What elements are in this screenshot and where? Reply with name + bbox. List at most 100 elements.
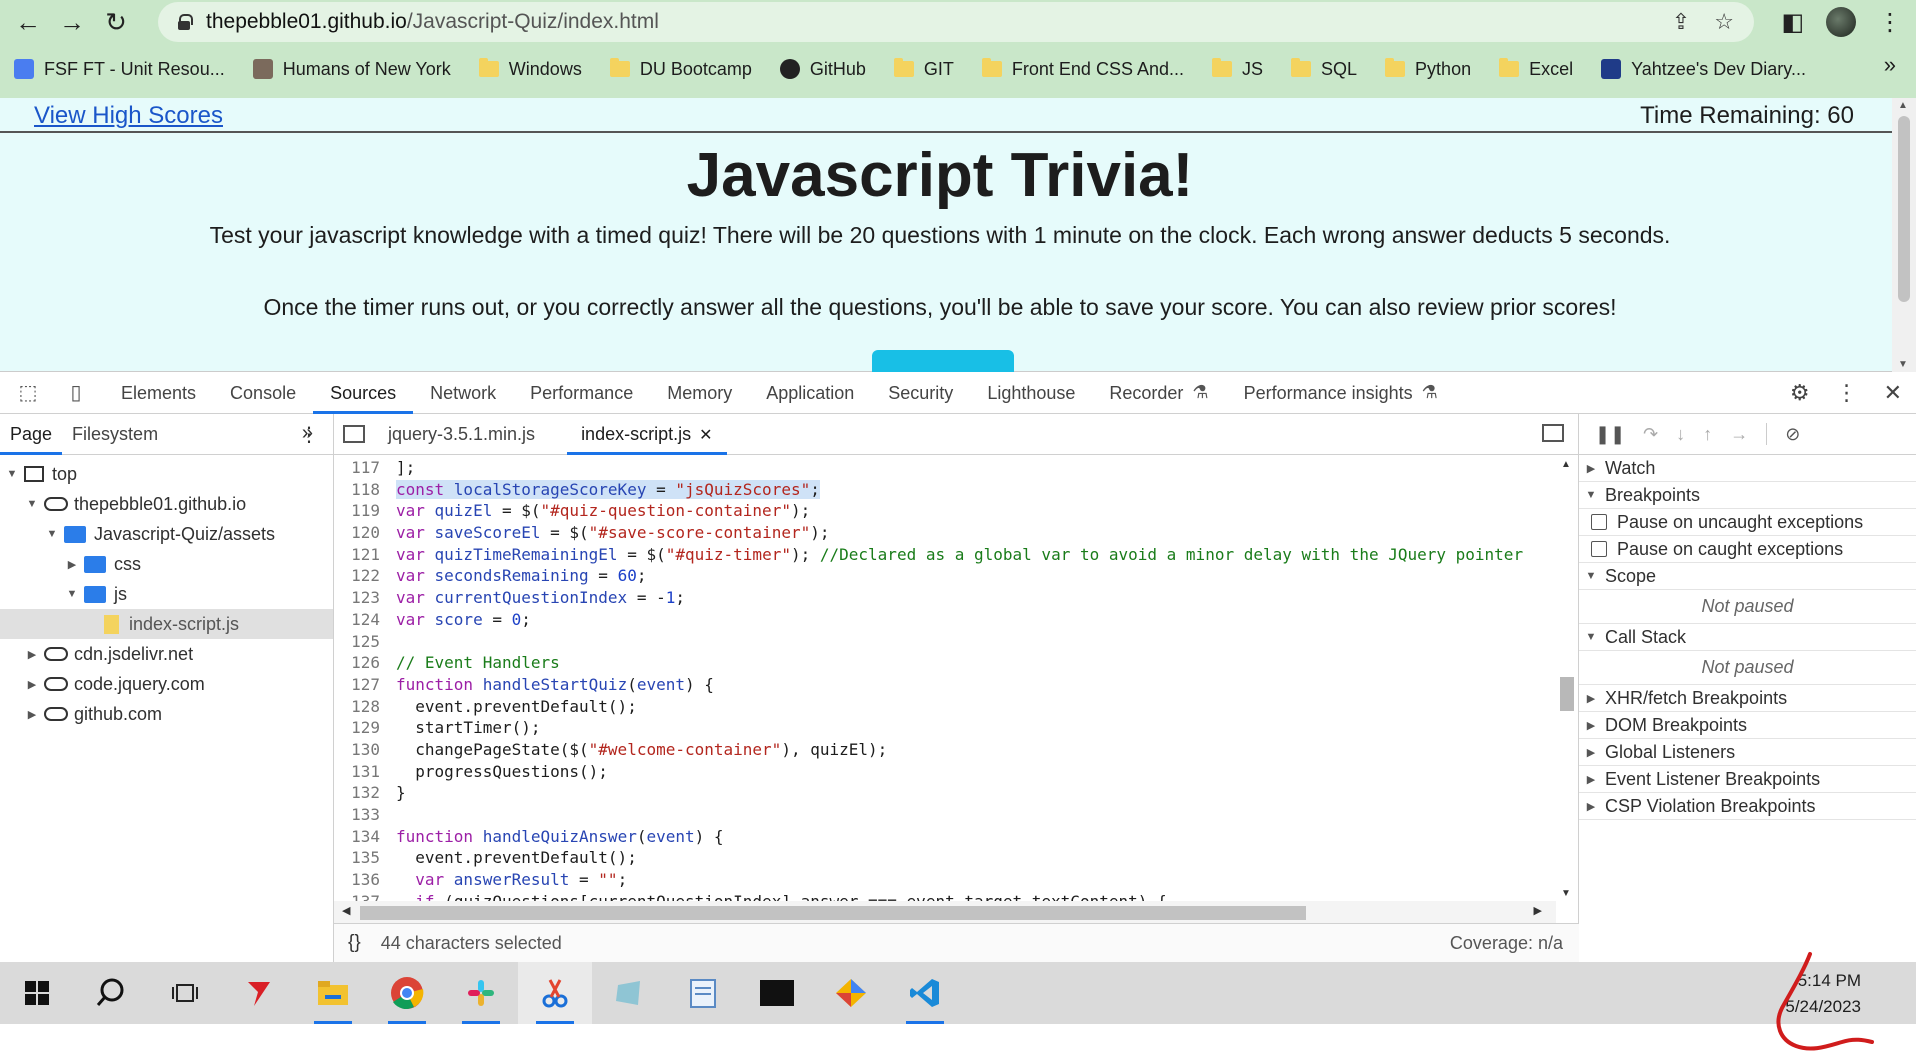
bookmark-item[interactable]: JS xyxy=(1198,58,1277,80)
pause-icon[interactable]: ❚❚ xyxy=(1595,424,1625,445)
code-line[interactable]: 136 var answerResult = ""; xyxy=(334,869,1556,891)
navigator-menu-icon[interactable]: ⋮ xyxy=(299,422,319,447)
share-icon[interactable]: ⇪ xyxy=(1672,9,1690,35)
code-line[interactable]: 119 var quizEl = $("#quiz-question-contai… xyxy=(334,500,1556,522)
line-number[interactable]: 124 xyxy=(334,609,390,631)
code-line[interactable]: 127 function handleStartQuiz(event) { xyxy=(334,674,1556,696)
snipping-tool-icon[interactable] xyxy=(518,962,592,1024)
line-number[interactable]: 120 xyxy=(334,522,390,544)
csp-breakpoints-header[interactable]: ▶ CSP Violation Breakpoints xyxy=(1579,793,1916,820)
bookmark-star-icon[interactable]: ☆ xyxy=(1714,9,1734,35)
slack-icon[interactable] xyxy=(444,962,518,1024)
toggle-debugger-icon[interactable] xyxy=(1542,424,1564,442)
code-line[interactable]: 132} xyxy=(334,782,1556,804)
close-devtools-icon[interactable]: ✕ xyxy=(1884,380,1902,406)
coverage-status[interactable]: Coverage: n/a xyxy=(1450,933,1563,954)
app-teal-icon[interactable] xyxy=(592,962,666,1024)
scroll-down-icon[interactable]: ▼ xyxy=(1561,888,1571,899)
step-out-icon[interactable]: ↑ xyxy=(1703,424,1712,445)
bookmark-item[interactable]: Excel xyxy=(1485,58,1587,80)
line-number[interactable]: 118 xyxy=(334,479,390,501)
code-line[interactable]: 121 var quizTimeRemainingEl = $("#quiz-ti… xyxy=(334,544,1556,566)
file-tree-item[interactable]: ▼ js xyxy=(0,579,333,609)
line-number[interactable]: 132 xyxy=(334,782,390,804)
code-line[interactable]: 128 event.preventDefault(); xyxy=(334,696,1556,718)
editor-tab[interactable]: jquery-3.5.1.min.js xyxy=(374,414,549,455)
task-view-icon[interactable] xyxy=(148,962,222,1024)
chrome-icon[interactable] xyxy=(370,962,444,1024)
app-colorful-icon[interactable] xyxy=(814,962,888,1024)
devtools-tab[interactable]: Performance insights xyxy=(1227,372,1430,414)
step-icon[interactable]: → xyxy=(1730,424,1748,445)
editor-scroll-thumb[interactable] xyxy=(1560,677,1574,711)
scope-header[interactable]: ▼ Scope xyxy=(1579,563,1916,590)
line-number[interactable]: 117 xyxy=(334,457,390,479)
editor-vertical-scrollbar[interactable]: ▲ ▼ xyxy=(1556,457,1578,901)
code-line[interactable]: 135 event.preventDefault(); xyxy=(334,847,1556,869)
devtools-tab[interactable]: Security xyxy=(871,372,970,414)
editor-tab[interactable]: index-script.js ✕ xyxy=(567,414,727,455)
navigator-tab[interactable]: Page xyxy=(0,414,63,455)
code-line[interactable]: 126 // Event Handlers xyxy=(334,652,1556,674)
bookmark-item[interactable]: GitHub xyxy=(766,59,880,80)
file-tree-item[interactable]: ▶ cdn.jsdelivr.net xyxy=(0,639,333,669)
notepad-icon[interactable] xyxy=(666,962,740,1024)
dom-breakpoints-header[interactable]: ▶ DOM Breakpoints xyxy=(1579,712,1916,739)
line-number[interactable]: 136 xyxy=(334,869,390,891)
editor-hscroll-thumb[interactable] xyxy=(360,906,1306,920)
file-tree-item[interactable]: ▼ top xyxy=(0,459,333,489)
pause-caught-option[interactable]: Pause on caught exceptions xyxy=(1579,536,1916,563)
devtools-tab[interactable]: Application xyxy=(749,372,871,414)
device-toggle-icon[interactable]: ▯ xyxy=(56,372,96,414)
page-scrollbar[interactable]: ▲ ▼ xyxy=(1892,98,1916,372)
code-line[interactable]: 137 if (quizQuestions[currentQuestionInd… xyxy=(334,891,1556,901)
bookmark-item[interactable]: DU Bootcamp xyxy=(596,58,766,80)
line-number[interactable]: 133 xyxy=(334,804,390,826)
devtools-tab[interactable]: Network xyxy=(413,372,513,414)
line-number[interactable]: 126 xyxy=(334,652,390,674)
bookmark-item[interactable]: GIT xyxy=(880,58,968,80)
devtools-tab[interactable]: Recorder xyxy=(1092,372,1200,414)
app-red-icon[interactable] xyxy=(222,962,296,1024)
line-number[interactable]: 137 xyxy=(334,891,390,901)
code-line[interactable]: 124 var score = 0; xyxy=(334,609,1556,631)
address-bar[interactable]: thepebble01.github.io/Javascript-Quiz/in… xyxy=(158,2,1754,42)
code-line[interactable]: 117]; xyxy=(334,457,1556,479)
devtools-tab[interactable]: Performance xyxy=(513,372,650,414)
code-line[interactable]: 134 function handleQuizAnswer(event) { xyxy=(334,826,1556,848)
code-line[interactable]: 129 startTimer(); xyxy=(334,717,1556,739)
bookmark-item[interactable]: SQL xyxy=(1277,58,1371,80)
code-line[interactable]: 120 var saveScoreEl = $("#save-score-cont… xyxy=(334,522,1556,544)
code-line[interactable]: 131 progressQuestions(); xyxy=(334,761,1556,783)
pause-caught-checkbox[interactable] xyxy=(1591,541,1607,557)
call-stack-header[interactable]: ▼ Call Stack xyxy=(1579,624,1916,651)
scroll-down-icon[interactable]: ▼ xyxy=(1898,359,1908,370)
page-scroll-thumb[interactable] xyxy=(1898,116,1910,302)
search-icon[interactable] xyxy=(74,962,148,1024)
deactivate-breakpoints-icon[interactable]: ⊘ xyxy=(1785,424,1800,445)
file-explorer-icon[interactable] xyxy=(296,962,370,1024)
code-line[interactable]: 123 var currentQuestionIndex = -1; xyxy=(334,587,1556,609)
line-number[interactable]: 134 xyxy=(334,826,390,848)
devtools-tab[interactable]: Sources xyxy=(313,372,414,414)
side-panel-icon[interactable]: ◧ xyxy=(1781,8,1804,37)
start-quiz-button[interactable] xyxy=(872,350,1014,372)
navigator-tab[interactable]: Filesystem xyxy=(62,414,168,455)
line-number[interactable]: 128 xyxy=(334,696,390,718)
line-number[interactable]: 123 xyxy=(334,587,390,609)
bookmark-item[interactable]: Python xyxy=(1371,58,1485,80)
devtools-tab[interactable]: Console xyxy=(213,372,313,414)
breakpoints-header[interactable]: ▼ Breakpoints xyxy=(1579,482,1916,509)
toggle-navigator-icon[interactable] xyxy=(334,414,374,455)
pause-uncaught-option[interactable]: Pause on uncaught exceptions xyxy=(1579,509,1916,536)
bookmark-item[interactable]: Yahtzee's Dev Diary... xyxy=(1587,59,1820,80)
code-view[interactable]: 117]; 118 const localStorageScoreKey = "js… xyxy=(334,457,1556,901)
scroll-up-icon[interactable]: ▲ xyxy=(1898,100,1908,111)
back-arrow-icon[interactable]: ← xyxy=(6,2,50,42)
bookmark-item[interactable]: FSF FT - Unit Resou... xyxy=(0,59,239,80)
code-line[interactable]: 125 xyxy=(334,631,1556,653)
step-over-icon[interactable]: ↷ xyxy=(1643,424,1658,445)
line-number[interactable]: 130 xyxy=(334,739,390,761)
devtools-tab[interactable]: Elements xyxy=(104,372,213,414)
forward-arrow-icon[interactable]: → xyxy=(50,2,94,42)
